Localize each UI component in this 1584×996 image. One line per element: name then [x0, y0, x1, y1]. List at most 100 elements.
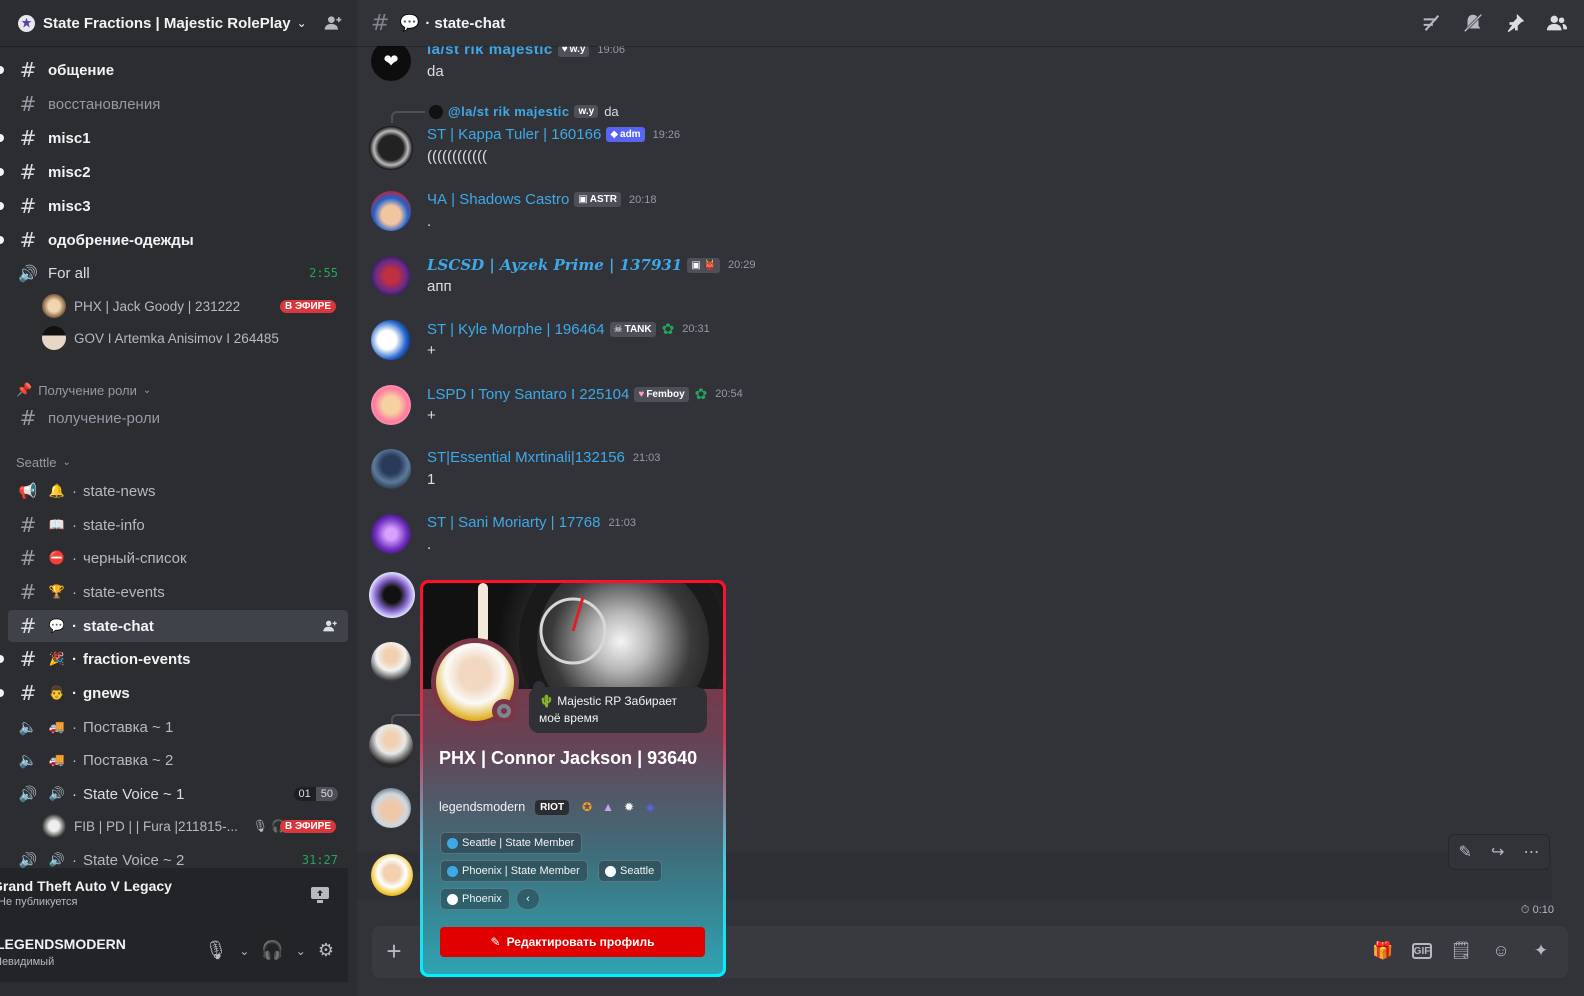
- avatar[interactable]: [371, 191, 411, 231]
- channel-state-events[interactable]: # 🏆 · state-events: [8, 576, 348, 608]
- avatar[interactable]: [369, 572, 415, 618]
- threads-icon[interactable]: [1420, 12, 1442, 34]
- avatar[interactable]: [371, 385, 411, 425]
- emoji-icon[interactable]: ☺: [1490, 940, 1512, 962]
- voice-timer: 2:55: [309, 266, 338, 280]
- channel-obschenie[interactable]: # общение: [8, 54, 348, 86]
- channel-state-news[interactable]: 📢 🔔 · state-news: [8, 475, 348, 507]
- message[interactable]: ЧА | Shadows Castro ▣ ASTR 20:18 .: [371, 191, 1561, 251]
- author-name[interactable]: ST | Kyle Morphe | 196464: [427, 321, 605, 338]
- voice-channel-state-voice-1[interactable]: 🔊 🔊 · State Voice ~ 1 01 50: [8, 778, 348, 810]
- channel-cherny-spisok[interactable]: # ⛔ · черный-список: [8, 542, 348, 574]
- channel-misc1[interactable]: # misc1: [8, 122, 348, 154]
- author-name[interactable]: ST|Essential Mxrtinali|132156: [427, 449, 625, 466]
- forward-icon[interactable]: ↪: [1491, 842, 1504, 862]
- role-tag-label: TANK: [624, 323, 652, 335]
- gif-icon[interactable]: GIF: [1412, 943, 1432, 959]
- notifications-muted-icon[interactable]: [1462, 12, 1484, 34]
- nitro-badge-icon[interactable]: ▲: [600, 799, 616, 815]
- sticker-icon[interactable]: 🗒: [1450, 940, 1472, 962]
- role-chip[interactable]: Phoenix | State Member: [440, 860, 588, 882]
- author-name[interactable]: la/st rik majestic: [427, 46, 553, 58]
- avatar[interactable]: [371, 642, 411, 682]
- reply-reference[interactable]: @la/st rik majestic w.y da: [429, 104, 619, 119]
- apps-icon[interactable]: ✦: [1530, 940, 1552, 962]
- voice-user-name: PHX | Jack Goody | 231222: [74, 298, 241, 314]
- voice-user[interactable]: FIB | PD | | Fura |211815-... 🎙 🎧 В ЭФИР…: [42, 812, 342, 840]
- gear-icon[interactable]: ⚙: [318, 940, 334, 961]
- voice-channel-postavka-1[interactable]: 🔈 🚚 · Поставка ~ 1: [8, 711, 348, 743]
- game-badge-label: RIOT: [540, 801, 565, 813]
- message[interactable]: LSCSD | Ayzek Prime | 137931 ▣ 👹 20:29 апп: [371, 256, 1561, 316]
- author-name[interactable]: LSCSD | Ayzek Prime | 137931: [427, 256, 682, 274]
- add-attachment-button[interactable]: +: [382, 938, 406, 964]
- more-icon[interactable]: ⋯: [1523, 842, 1539, 862]
- message[interactable]: LSPD I Tony Santaro I 225104 ♥ Femboy ✿ 20:5…: [371, 385, 1561, 445]
- channel-vosstanovleniya[interactable]: # восстановления: [8, 88, 348, 120]
- author-name[interactable]: ST | Sani Moriarty | 17768: [427, 514, 600, 531]
- headphones-icon[interactable]: 🎧: [261, 940, 283, 961]
- channel-fraction-events[interactable]: # 🎉 · fraction-events: [8, 643, 348, 675]
- channel-state-chat[interactable]: # 💬 · state-chat: [8, 610, 348, 642]
- channel-gnews[interactable]: # 👨 · gnews: [8, 677, 348, 709]
- author-name[interactable]: ST | Kappa Tuler | 160166: [427, 126, 601, 143]
- message[interactable]: ST | Kappa Tuler | 160166 ◆ adm 19:26 (((((…: [369, 126, 1561, 186]
- role-chip[interactable]: Seattle: [598, 860, 663, 882]
- channel-odobrenie-odezhdy[interactable]: # одобрение-одежды: [8, 224, 348, 256]
- author-name[interactable]: ЧА | Shadows Castro: [427, 191, 569, 208]
- avatar[interactable]: [369, 724, 413, 768]
- chevron-down-icon[interactable]: ⌄: [296, 944, 306, 958]
- channel-name: gnews: [83, 684, 130, 702]
- role-name: Seattle | State Member: [462, 837, 575, 849]
- role-chip[interactable]: Seattle | State Member: [440, 832, 583, 854]
- voice-channel-state-voice-2[interactable]: 🔊 🔊 · State Voice ~ 2 31:27: [8, 852, 348, 868]
- quest-badge-icon[interactable]: ◈: [642, 799, 658, 815]
- reply-author: @la/st rik majestic: [448, 104, 570, 119]
- voice-user[interactable]: GOV I Artemka Anisimov I 264485: [42, 324, 342, 352]
- avatar[interactable]: [371, 514, 411, 554]
- message[interactable]: ST|Essential Mxrtinali|132156 21:03 1: [371, 449, 1561, 509]
- voice-channel-for-all[interactable]: 🔊 For all 2:55: [8, 257, 348, 289]
- avatar[interactable]: [371, 449, 411, 489]
- screen-share-icon[interactable]: [310, 886, 330, 904]
- role-color-dot: [447, 893, 458, 905]
- category-seattle[interactable]: Seattle ⌄: [16, 455, 71, 470]
- gift-icon[interactable]: 🎁: [1372, 940, 1394, 962]
- edit-profile-button[interactable]: ✎ Редактировать профиль: [440, 927, 705, 957]
- channel-state-info[interactable]: # 📖 · state-info: [8, 509, 348, 541]
- role-chip[interactable]: Phoenix: [440, 888, 510, 910]
- channel-misc2[interactable]: # misc2: [8, 156, 348, 188]
- message[interactable]: ❤ la/st rik majestic ♥ w.y 19:06 da: [371, 46, 1561, 101]
- channel-misc3[interactable]: # misc3: [8, 190, 348, 222]
- channel-poluchenie-roli[interactable]: # получение-роли: [8, 402, 348, 434]
- boost-badge-icon[interactable]: ✹: [621, 799, 637, 815]
- role-tag-label: ASTR: [589, 194, 617, 205]
- avatar[interactable]: [369, 126, 413, 170]
- edit-icon[interactable]: ✎: [1459, 842, 1472, 862]
- channel-name: misc1: [48, 129, 91, 147]
- avatar[interactable]: [371, 854, 413, 896]
- invite-people-icon[interactable]: [323, 13, 343, 33]
- voice-user[interactable]: PHX | Jack Goody | 231222 В ЭФИРЕ: [42, 292, 342, 320]
- invite-icon[interactable]: [322, 618, 338, 634]
- microphone-icon[interactable]: 🎙: [204, 940, 227, 961]
- member-list-icon[interactable]: [1546, 12, 1568, 34]
- message[interactable]: ST | Sani Moriarty | 17768 21:03 .: [371, 514, 1561, 574]
- message-text: +: [427, 342, 436, 359]
- role-tag: ▣ 👹: [687, 257, 720, 273]
- pin-icon[interactable]: [1504, 12, 1526, 34]
- chevron-down-icon[interactable]: ⌄: [239, 944, 249, 958]
- avatar[interactable]: [371, 256, 411, 296]
- avatar[interactable]: [371, 788, 411, 828]
- author-name[interactable]: LSPD I Tony Santaro I 225104: [427, 386, 629, 403]
- message[interactable]: ST | Kyle Morphe | 196464 ☠ TANK ✿ 20:31 +: [371, 320, 1561, 380]
- server-header[interactable]: State Fractions | Majestic RolePlay ⌄: [0, 0, 357, 46]
- role-tag: w.y: [574, 105, 599, 118]
- user-name[interactable]: LEGENDSMODERN: [0, 936, 126, 952]
- avatar[interactable]: ❤: [371, 46, 411, 81]
- collapse-roles-button[interactable]: ‹: [516, 888, 540, 910]
- avatar[interactable]: [371, 320, 411, 360]
- voice-channel-postavka-2[interactable]: 🔈 🚚 · Поставка ~ 2: [8, 744, 348, 776]
- hypesquad-badge-icon[interactable]: ✪: [579, 799, 595, 815]
- category-roles[interactable]: 📌 Получение роли ⌄: [16, 382, 151, 398]
